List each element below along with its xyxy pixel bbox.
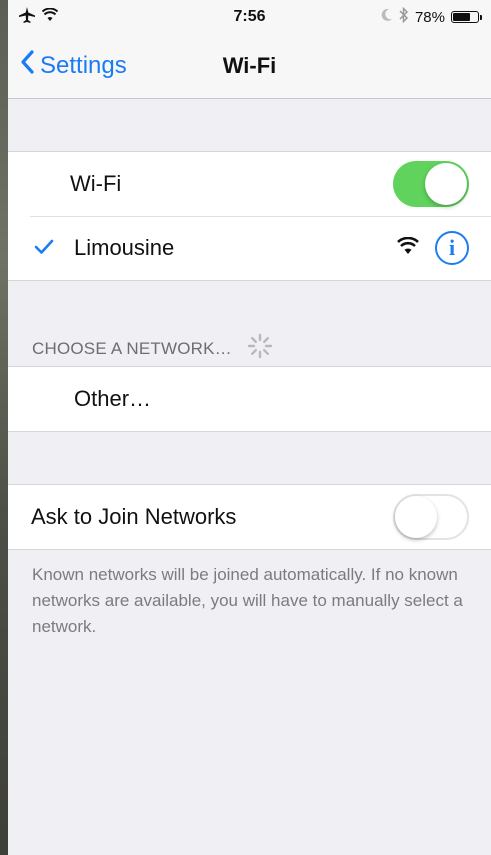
network-row-connected[interactable]: Limousine i xyxy=(8,216,491,280)
ask-join-footer-note: Known networks will be joined automatica… xyxy=(32,565,463,636)
wifi-toggle[interactable] xyxy=(393,161,469,207)
section-header-label: CHOOSE A NETWORK… xyxy=(32,338,232,358)
ask-join-row: Ask to Join Networks xyxy=(8,485,491,549)
section-header-networks: CHOOSE A NETWORK… xyxy=(32,332,274,365)
info-icon[interactable]: i xyxy=(435,231,469,265)
wifi-signal-icon xyxy=(397,236,419,260)
ask-join-toggle[interactable] xyxy=(393,494,469,540)
ask-join-label: Ask to Join Networks xyxy=(31,504,237,529)
bluetooth-icon xyxy=(399,6,409,27)
status-bar: 7:56 78% xyxy=(8,0,491,36)
other-network-group: Other… xyxy=(8,366,491,432)
status-right: 78% xyxy=(381,6,482,27)
wifi-group: Wi-Fi Limousine i xyxy=(8,151,491,281)
battery-icon xyxy=(451,11,482,23)
network-name: Limousine xyxy=(74,235,175,260)
wifi-toggle-label: Wi-Fi xyxy=(70,171,122,196)
ask-join-group: Ask to Join Networks xyxy=(8,484,491,550)
phone-screen: 7:56 78% Settings Wi-Fi Wi-Fi Limousine … xyxy=(8,0,491,855)
toggle-knob xyxy=(395,496,437,538)
page-title: Wi-Fi xyxy=(222,53,277,78)
other-network-label: Other… xyxy=(74,386,152,411)
checkmark-icon xyxy=(34,235,54,261)
toggle-knob xyxy=(425,163,467,205)
battery-percent: 78% xyxy=(414,8,445,26)
battery-fill xyxy=(453,13,470,21)
navigation-bar: Settings Wi-Fi xyxy=(8,36,491,99)
spinner-icon xyxy=(246,332,274,365)
wifi-toggle-row: Wi-Fi xyxy=(8,152,491,216)
moon-icon xyxy=(381,8,393,26)
other-network-row[interactable]: Other… xyxy=(8,367,491,431)
